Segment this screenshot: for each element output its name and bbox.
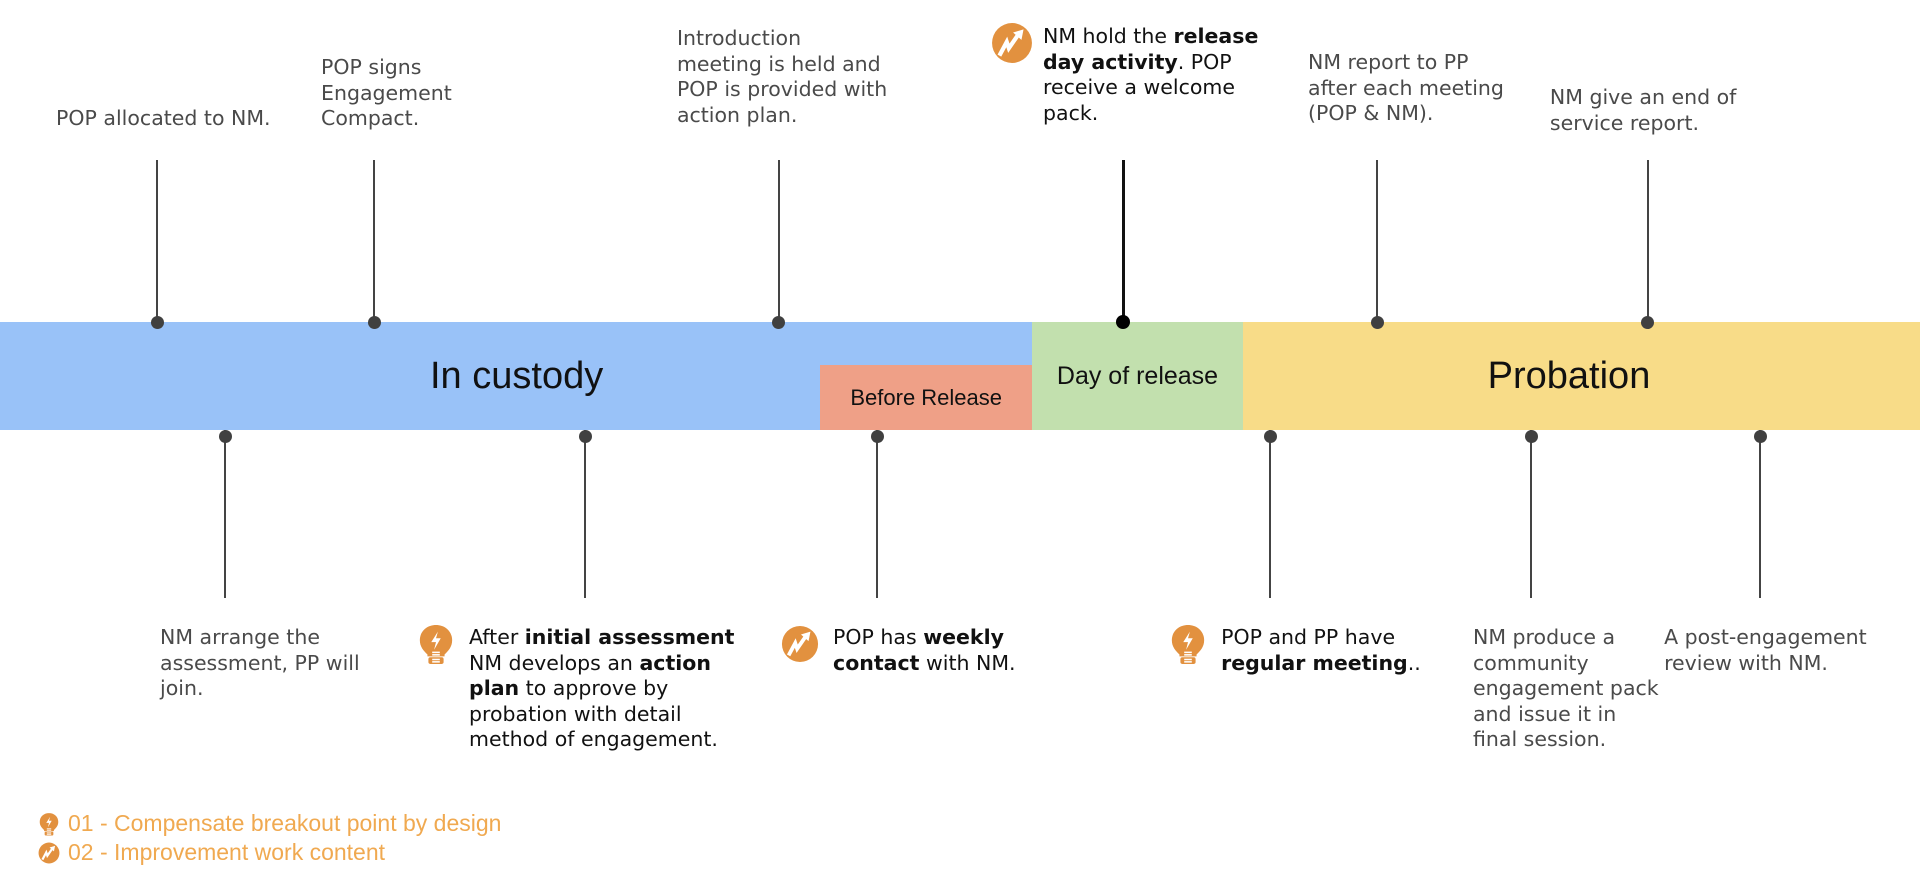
connector-line [876,430,879,598]
emphasis-text: initial assessment [524,625,735,649]
event-text: POP signs Engagement Compact. [321,55,452,130]
connector-dot [150,315,164,329]
bulb-icon [1169,623,1211,665]
event-text: A post-engagement review with NM. [1664,625,1867,675]
event-text: POP and PP have regular meeting.. [1221,625,1421,676]
event-text: After initial assessment NM develops an … [469,625,734,753]
event-below-5: NM produce a community engagement pack a… [1473,625,1659,753]
connector-line [156,160,159,322]
text-run: with NM. [919,650,1016,675]
connector-dot [1263,429,1277,443]
event-text: NM arrange the assessment, PP will join. [160,625,360,700]
improvement-icon [781,623,823,665]
connector-dot [578,429,592,443]
event-below-6: A post-engagement review with NM. [1664,625,1867,676]
legend: 01 - Compensate breakout point by design… [38,809,501,867]
text-run: NM develops an [469,650,633,675]
connector-line [1759,430,1762,598]
emphasis-text: regular meeting [1221,650,1408,675]
connector-dot [1116,315,1130,329]
improvement-icon [38,841,60,865]
connector-dot [1753,429,1767,443]
connector-dot [870,429,884,443]
event-below-1: NM arrange the assessment, PP will join. [160,625,360,702]
connector-dot [1370,315,1384,329]
event-above-2: POP signs Engagement Compact. [321,55,452,132]
text-run: After [469,625,525,649]
text-run: .. [1407,650,1421,675]
phase-label: Probation [1487,354,1651,397]
connector-line [1376,160,1379,322]
legend-item-improvement: 02 - Improvement work content [38,838,501,867]
event-below-2: After initial assessment NM develops an … [417,625,734,753]
phase-label: Day of release [1056,361,1219,390]
event-text: NM produce a community engagement pack a… [1473,625,1659,751]
event-text: NM give an end of service report. [1549,85,1737,135]
connector-dot [772,315,786,329]
connector-dot [367,315,381,329]
connector-dot [1641,315,1655,329]
connector-line [1121,160,1125,322]
phase-band-day-of-release: Day of release [1032,322,1243,430]
text-run: POP has [833,625,924,649]
event-text: POP allocated to NM. [56,106,271,130]
event-above-4: NM hold the release day activity. POP re… [991,22,1258,126]
event-text: Introduction meeting is held and POP is … [676,26,888,127]
improvement-icon [991,22,1033,64]
phase-label: Before Release [850,384,1003,410]
connector-dot [1524,429,1538,443]
connector-line [224,430,227,598]
legend-label: 02 - Improvement work content [68,839,386,865]
event-above-1: POP allocated to NM. [56,106,271,132]
phase-band-before-release: Before Release [820,365,1032,430]
event-text: NM report to PP after each meeting (POP … [1308,50,1504,125]
event-text: NM hold the release day activity. POP re… [1043,24,1258,126]
connector-line [1269,430,1272,598]
event-text: POP has weekly contact with NM. [833,625,1016,676]
phase-label: In custody [430,354,604,397]
connector-line [1530,430,1532,598]
text-run: NM hold the [1043,24,1174,48]
event-above-6: NM give an end of service report. [1550,85,1736,136]
bulb-icon [38,812,60,836]
service-timeline-diagram: In custody Day of release Probation Before … [0,0,1920,876]
event-above-3: Introduction meeting is held and POP is … [677,26,887,128]
connector-line [1646,160,1649,322]
event-below-4: POP and PP have regular meeting.. [1169,625,1421,676]
text-run: POP and PP have [1221,625,1396,649]
connector-line [584,430,587,598]
connector-dot [218,429,232,443]
phase-band-probation: Probation [1243,322,1920,430]
connector-line [373,160,376,322]
legend-item-breakout: 01 - Compensate breakout point by design [38,809,501,838]
connector-line [777,160,780,322]
legend-label: 01 - Compensate breakout point by design [68,810,502,836]
event-below-3: POP has weekly contact with NM. [781,625,1016,676]
bulb-icon [417,623,459,665]
event-above-5: NM report to PP after each meeting (POP … [1308,50,1504,127]
